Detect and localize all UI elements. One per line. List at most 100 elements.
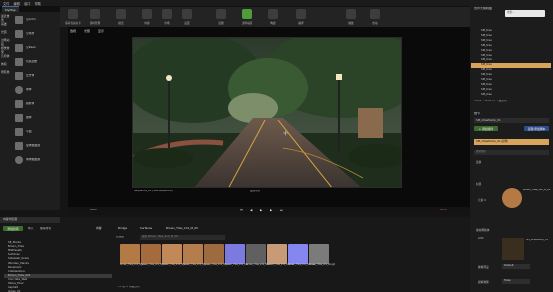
static-mesh-thumbnail[interactable] [502, 238, 524, 260]
asset-tile[interactable]: Brown_Tiles_2x2_Inst [225, 244, 248, 272]
skip-forward-icon[interactable]: ⏭ [280, 208, 283, 212]
asset-search-input[interactable]: 搜索 Brown_Tiles_2x2_M_00 [140, 235, 225, 240]
place-item-cylinder[interactable]: 圆柱体 [13, 98, 59, 110]
breadcrumb-item[interactable]: Brown_Tiles_2x2_M_00 [166, 226, 198, 230]
marketplace-button[interactable]: 市场 [158, 8, 176, 26]
actor-name-field[interactable]: SM_streetlamp_01 [474, 118, 549, 123]
outliner-row[interactable]: SM_tree [471, 44, 551, 49]
asset-name: Brown_Tiles_2x2_Albedo [267, 263, 294, 266]
blueprint-button[interactable]: 蓝图 [212, 8, 230, 26]
place-item-empty-pawn[interactable]: 空Pawn [13, 42, 59, 54]
component-row[interactable]: SM_streetlamp_01(实例) [474, 139, 549, 145]
outliner-row[interactable]: SM_tree [471, 34, 551, 39]
asset-tile[interactable]: Brown_Tiles_2x2_M_02 [162, 244, 187, 272]
compile-button[interactable]: 编译 [292, 8, 310, 26]
outliner-row[interactable]: SM_tree [471, 68, 551, 73]
section-transform[interactable]: 变换 [476, 160, 481, 164]
asset-thumbnail [162, 244, 182, 264]
skip-back-icon[interactable]: ⏮ [240, 208, 243, 212]
asset-tile[interactable]: Brown_Tiles_2x2_M_01 [141, 244, 166, 272]
place-item-cube[interactable]: 立方体 [13, 70, 59, 82]
modes-button[interactable]: 模式 [112, 8, 130, 26]
details-search-input[interactable]: 搜索细节 [474, 150, 549, 155]
place-item-player-start[interactable]: 玩家起始 [13, 56, 59, 68]
lod-label: LOD [478, 236, 484, 240]
save-button[interactable]: 保存当前关卡 [64, 8, 82, 26]
modes-icon [116, 9, 126, 19]
asset-name: Brown_Tiles_2x2_M_03 [183, 263, 208, 266]
outliner-row[interactable]: SM_tree [471, 39, 551, 44]
place-item-sphere[interactable]: 球体 [13, 84, 59, 96]
step-forward-icon[interactable]: ▶ [270, 208, 272, 212]
outliner-row[interactable]: SM_tree [471, 49, 551, 54]
category-recent[interactable]: 最近放置 [1, 14, 12, 22]
scene-render[interactable] [132, 37, 402, 188]
toolbar-label: 编译 [298, 22, 304, 25]
asset-name: Brown_Tiles_2x2_M_02 [162, 263, 187, 266]
place-item-sphere-trigger[interactable]: 球体触发器 [13, 154, 59, 166]
place-item-box-trigger[interactable]: 盒体触发器 [13, 140, 59, 152]
collision-dropdown[interactable]: Default [502, 264, 530, 269]
timecode-start: 0000 [90, 209, 97, 211]
settings-button[interactable]: 设置 [178, 8, 196, 26]
section-static-mesh[interactable]: 静态网格体 [476, 228, 489, 232]
outliner-row[interactable]: SM_tree [471, 29, 551, 34]
content-status: 13 项 (1 项被选中) [118, 286, 141, 288]
toolbar-label: 过场动画 [241, 22, 253, 25]
play-icon[interactable]: ▶ [260, 208, 262, 212]
launch-button[interactable]: 启动 [366, 8, 384, 26]
outliner-row[interactable]: SM_tree [471, 93, 551, 98]
import-button[interactable]: 导入 [28, 227, 34, 230]
breadcrumb-item[interactable]: Bridge [118, 226, 127, 230]
place-item-empty-actor[interactable]: 空Actor [13, 14, 59, 26]
category-volumes[interactable]: 体积 [1, 62, 12, 69]
add-new-button[interactable]: 添加新项 [3, 226, 23, 231]
breadcrumb-item[interactable]: Surfaces [140, 226, 152, 230]
content-browser-tab[interactable]: 内容浏览器 [0, 217, 60, 223]
add-component-button[interactable]: + 添加组件 [474, 126, 498, 131]
outliner-row[interactable]: SM_tree [471, 73, 551, 78]
outliner-row[interactable]: SM_tree [471, 83, 551, 88]
outliner-row[interactable]: SM_tree [471, 54, 551, 59]
outliner-row[interactable]: SM_tree [471, 63, 551, 68]
asset-tile[interactable]: Brown_Tiles_2x2_M_03 [183, 244, 208, 272]
place-item-empty-character[interactable]: 空角色 [13, 28, 59, 40]
filter-button[interactable]: 过滤器 [116, 236, 124, 239]
viewport-show-button[interactable]: 显示 [98, 29, 104, 33]
asset-tile[interactable]: Brown_Tiles_2x2_Mask [246, 244, 271, 272]
cinematics-button[interactable]: 过场动画 [238, 8, 256, 26]
content-button[interactable]: 内容 [138, 8, 156, 26]
physics-dropdown[interactable]: False [502, 279, 530, 284]
outliner-row[interactable]: SM_tree [471, 78, 551, 83]
asset-tile[interactable]: Brown_Tiles_2x2_M_00 [120, 244, 145, 272]
asset-tile[interactable]: Brown_Tiles_2x2_M_04 [204, 244, 229, 272]
viewport-lit-button[interactable]: 光照 [84, 29, 90, 33]
section-material[interactable]: 材质 [476, 182, 481, 186]
category-visual-effects[interactable]: 视觉效果 [1, 46, 12, 54]
asset-name: Brown_Tiles_2x2_Normal [288, 263, 316, 266]
outliner-row[interactable]: SM_tree [471, 58, 551, 63]
blueprint-script-button[interactable]: 蓝图/添加脚本 [524, 126, 549, 131]
category-lights[interactable]: 光源 [1, 30, 12, 37]
play-button[interactable]: 播放 [342, 8, 360, 26]
category-all-classes[interactable]: 所有类 [1, 70, 12, 77]
category-basic[interactable]: 基础 [1, 22, 12, 29]
source-control-button[interactable]: 源码管理 [86, 8, 104, 26]
save-all-button[interactable]: 保存所有 [40, 227, 51, 230]
category-geometry[interactable]: 几何体 [1, 54, 12, 61]
asset-tile[interactable]: Brown_Tiles_2x2_Albedo [267, 244, 294, 272]
step-back-icon[interactable]: ◀ [250, 208, 252, 212]
outliner-row[interactable]: SM_tree [471, 88, 551, 93]
viewport-perspective-button[interactable]: 透视 [70, 29, 76, 33]
material-preview-thumbnail[interactable] [502, 188, 522, 208]
category-cinematic[interactable]: 过场动画 [1, 38, 12, 46]
asset-search-placeholder: 搜索 Brown_Tiles_2x2_M_00 [142, 235, 178, 238]
place-item-plane[interactable]: 平面 [13, 126, 59, 138]
breadcrumb-item[interactable]: 内容 [96, 226, 102, 230]
asset-tile[interactable]: Brown_Tiles_2x2_Rough [309, 244, 335, 272]
place-item-cone[interactable]: 锥体 [13, 112, 59, 124]
asset-tile[interactable]: Brown_Tiles_2x2_Normal [288, 244, 316, 272]
build-button[interactable]: 构建 [264, 8, 282, 26]
cube-icon [15, 16, 23, 24]
outliner-search-input[interactable]: 搜索... [505, 10, 545, 17]
